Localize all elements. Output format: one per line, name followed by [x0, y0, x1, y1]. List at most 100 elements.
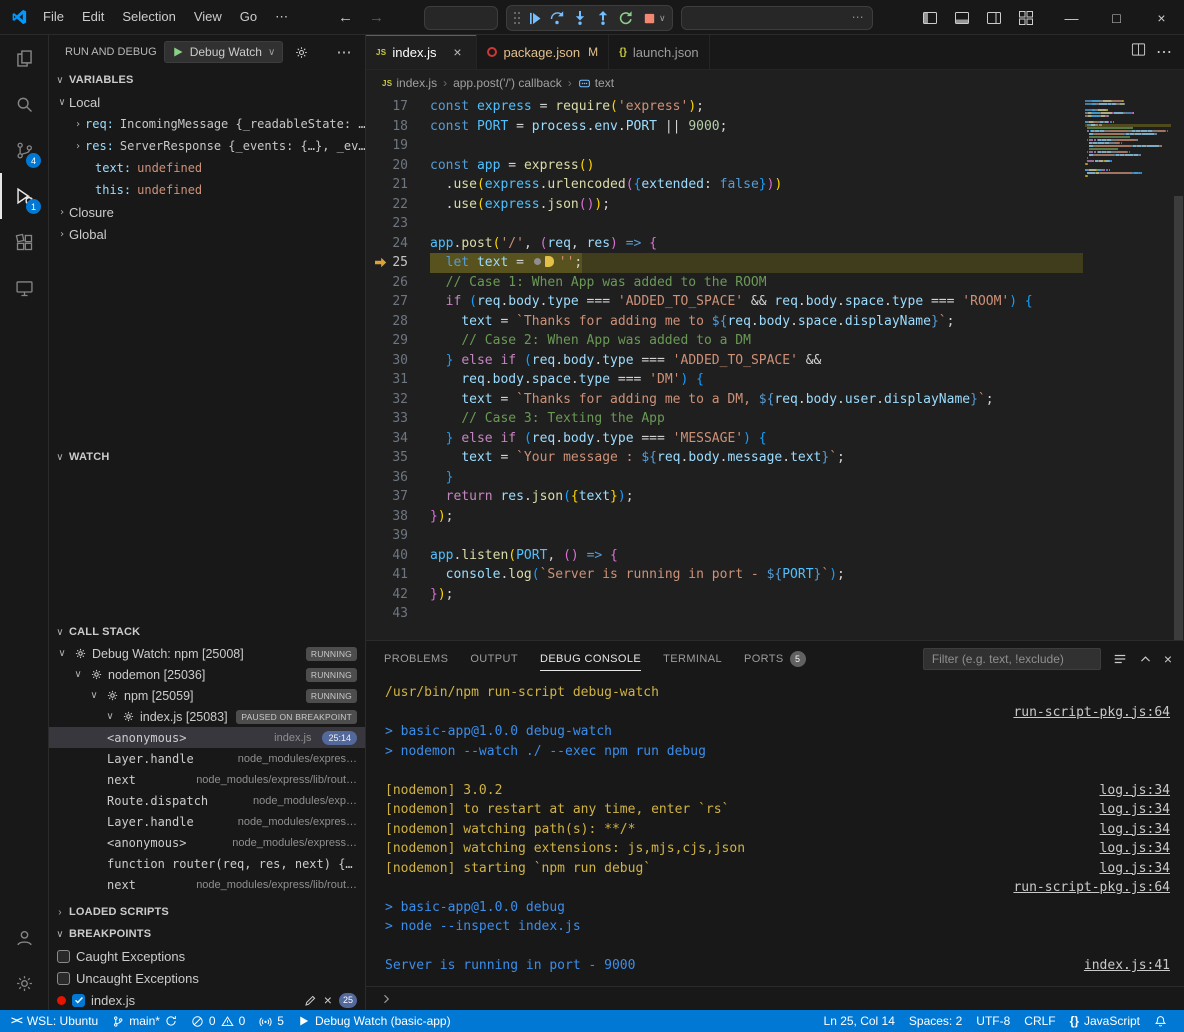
tab-package.json[interactable]: package.jsonM: [477, 35, 609, 69]
maximize-button[interactable]: □: [1094, 0, 1139, 35]
stack-frame-row[interactable]: Layer.handlenode_modules/expres…: [49, 811, 365, 832]
code-content[interactable]: app.listen(PORT, () => {: [430, 546, 1083, 566]
code-content[interactable]: [430, 214, 1083, 234]
statusbar-indentation[interactable]: Spaces: 2: [902, 1010, 969, 1032]
statusbar-debug-status[interactable]: Debug Watch (basic-app): [291, 1010, 458, 1032]
breakpoint-gutter[interactable]: 41: [366, 565, 430, 585]
code-content[interactable]: });: [430, 507, 1083, 527]
variable-row[interactable]: this:undefined: [49, 179, 365, 201]
panel-tab-problems[interactable]: PROBLEMS: [384, 641, 448, 677]
maximize-panel-icon[interactable]: [1139, 653, 1152, 666]
code-content[interactable]: req.body.space.type === 'DM') {: [430, 370, 1083, 390]
panel-tab-debug-console[interactable]: DEBUG CONSOLE: [540, 641, 641, 677]
breakpoint-checkbox[interactable]: [57, 950, 70, 963]
breakpoint-gutter[interactable]: 37: [366, 487, 430, 507]
stack-frame-row[interactable]: Route.dispatchnode_modules/exp…: [49, 790, 365, 811]
activity-extensions[interactable]: [0, 219, 48, 265]
breakpoint-gutter[interactable]: 23: [366, 214, 430, 234]
console-source-link[interactable]: run-script-pkg.js:64: [1013, 878, 1170, 898]
code-content[interactable]: }: [430, 468, 1083, 488]
breakpoint-gutter[interactable]: 24: [366, 234, 430, 254]
breakpoint-row[interactable]: Caught Exceptions: [49, 945, 365, 967]
variables-header[interactable]: ∨ VARIABLES: [49, 69, 365, 91]
statusbar-cursor-position[interactable]: Ln 25, Col 14: [817, 1010, 902, 1032]
code-content[interactable]: if (req.body.type === 'ADDED_TO_SPACE' &…: [430, 292, 1083, 312]
toggle-panel-icon[interactable]: [949, 6, 975, 30]
tab-launch.json[interactable]: {}launch.json: [609, 35, 710, 69]
breakpoint-gutter[interactable]: 22: [366, 195, 430, 215]
toggle-sidebar-icon[interactable]: [917, 6, 943, 30]
code-content[interactable]: .use(express.urlencoded({extended: false…: [430, 175, 1083, 195]
clear-console-icon[interactable]: [1113, 652, 1127, 666]
code-content[interactable]: console.log(`Server is running in port -…: [430, 565, 1083, 585]
console-source-link[interactable]: log.js:34: [1100, 820, 1170, 840]
activity-run-and-debug[interactable]: 1: [0, 173, 48, 219]
code-content[interactable]: text = `Your message : ${req.body.messag…: [430, 448, 1083, 468]
breakpoint-gutter[interactable]: 42: [366, 585, 430, 605]
breakpoint-gutter[interactable]: 36: [366, 468, 430, 488]
breakpoint-checkbox[interactable]: [72, 994, 85, 1007]
breakpoint-gutter[interactable]: 19: [366, 136, 430, 156]
breakpoint-gutter[interactable]: 27: [366, 292, 430, 312]
breakpoint-gutter[interactable]: 31: [366, 370, 430, 390]
variable-row[interactable]: text:undefined: [49, 157, 365, 179]
menu-go[interactable]: Go: [231, 5, 266, 29]
watch-header[interactable]: ∨ WATCH: [49, 446, 365, 468]
code-content[interactable]: text = `Thanks for adding me to ${req.bo…: [430, 312, 1083, 332]
breakpoint-gutter[interactable]: 26: [366, 273, 430, 293]
code-content[interactable]: const PORT = process.env.PORT || 9000;: [430, 117, 1083, 137]
restart-button[interactable]: [616, 8, 636, 28]
debug-session-row[interactable]: ∨nodemon [25036]RUNNING: [49, 664, 365, 685]
start-debugging-icon[interactable]: [172, 46, 184, 58]
split-editor-icon[interactable]: [1131, 42, 1146, 62]
chevron-down-icon[interactable]: ∨: [659, 13, 666, 24]
statusbar-remote[interactable]: ><WSL: Ubuntu: [4, 1010, 105, 1032]
console-filter-input[interactable]: [923, 648, 1101, 670]
minimize-button[interactable]: —: [1049, 0, 1094, 35]
code-content[interactable]: [430, 526, 1083, 546]
breakpoint-gutter[interactable]: 20: [366, 156, 430, 176]
code-content[interactable]: [430, 604, 1083, 624]
debug-session-row[interactable]: ∨Debug Watch: npm [25008]RUNNING: [49, 643, 365, 664]
stack-frame-row[interactable]: <anonymous>node_modules/express…: [49, 832, 365, 853]
console-source-link[interactable]: run-script-pkg.js:64: [1013, 703, 1170, 723]
menu-file[interactable]: File: [34, 5, 73, 29]
breakpoint-row[interactable]: Uncaught Exceptions: [49, 967, 365, 989]
close-tab-icon[interactable]: ×: [448, 43, 466, 61]
variable-row[interactable]: ∨Local: [49, 91, 365, 113]
breakpoint-gutter[interactable]: 30: [366, 351, 430, 371]
toggle-secondary-sidebar-icon[interactable]: [981, 6, 1007, 30]
code-content[interactable]: const express = require('express');: [430, 97, 1083, 117]
step-over-button[interactable]: [547, 8, 567, 28]
activity-explorer[interactable]: [0, 35, 48, 81]
menu-edit[interactable]: Edit: [73, 5, 113, 29]
step-out-button[interactable]: [593, 8, 613, 28]
code-content[interactable]: [430, 136, 1083, 156]
command-center-left-box[interactable]: [424, 6, 498, 30]
statusbar-ports-forwarded[interactable]: 5: [252, 1010, 291, 1032]
menu-selection[interactable]: Selection: [113, 5, 184, 29]
close-button[interactable]: ×: [1139, 0, 1184, 35]
stack-frame-row[interactable]: Layer.handlenode_modules/expres…: [49, 748, 365, 769]
breakpoint-gutter[interactable]: 18: [366, 117, 430, 137]
debug-config-dropdown[interactable]: Debug Watch ∨: [164, 41, 284, 63]
minimap[interactable]: [1083, 96, 1173, 640]
breakpoint-gutter[interactable]: 28: [366, 312, 430, 332]
breakpoint-gutter[interactable]: 17: [366, 97, 430, 117]
breakpoint-checkbox[interactable]: [57, 972, 70, 985]
activity-settings[interactable]: [0, 960, 48, 1006]
statusbar-language[interactable]: {}JavaScript: [1063, 1010, 1147, 1032]
statusbar-branch[interactable]: main*: [105, 1010, 184, 1032]
menu-more-icon[interactable]: ⋯: [266, 5, 297, 29]
activity-remote-explorer[interactable]: [0, 265, 48, 311]
breakpoints-header[interactable]: ∨ BREAKPOINTS: [49, 923, 365, 945]
tab-index.js[interactable]: JSindex.js×: [366, 35, 477, 69]
loaded-scripts-header[interactable]: › LOADED SCRIPTS: [49, 901, 365, 923]
breakpoint-gutter[interactable]: 43: [366, 604, 430, 624]
variable-row[interactable]: ›req:IncomingMessage {_readableState: …: [49, 113, 365, 135]
panel-tab-output[interactable]: OUTPUT: [470, 641, 518, 677]
breakpoint-gutter[interactable]: 25: [366, 253, 430, 273]
code-content[interactable]: // Case 3: Texting the App: [430, 409, 1083, 429]
breakpoint-gutter[interactable]: 29: [366, 331, 430, 351]
debug-session-row[interactable]: ∨npm [25059]RUNNING: [49, 685, 365, 706]
